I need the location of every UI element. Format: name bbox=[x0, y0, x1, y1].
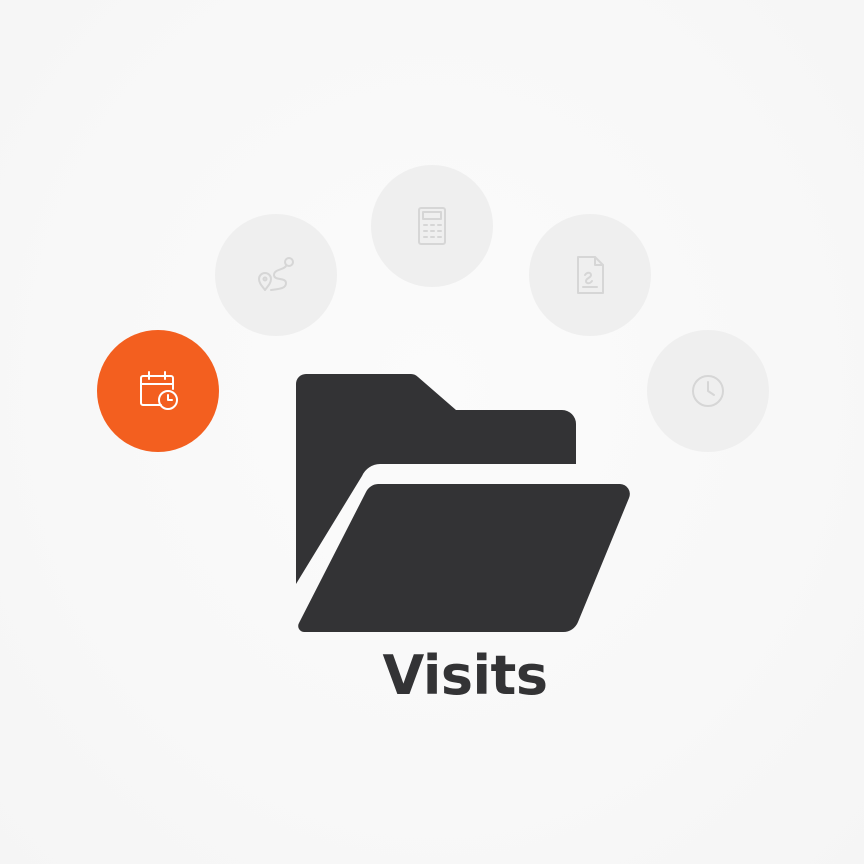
section-title: Visits bbox=[382, 644, 548, 707]
document-icon bbox=[577, 256, 604, 294]
calendar-button[interactable] bbox=[97, 330, 219, 452]
visits-screen: Visits bbox=[0, 0, 864, 864]
calendar-clock-icon bbox=[140, 371, 178, 410]
calculator-button[interactable] bbox=[371, 165, 493, 287]
calculator-icon bbox=[418, 207, 446, 245]
open-folder-icon bbox=[296, 374, 634, 632]
document-button[interactable] bbox=[529, 214, 651, 336]
clock-icon bbox=[692, 375, 724, 407]
clock-button[interactable] bbox=[647, 330, 769, 452]
route-button[interactable] bbox=[215, 214, 337, 336]
route-icon bbox=[258, 257, 294, 291]
